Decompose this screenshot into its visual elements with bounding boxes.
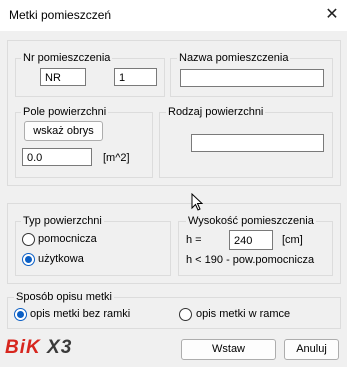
mouse-cursor-icon [191, 193, 203, 211]
cancel-button[interactable]: Anuluj [284, 339, 339, 360]
height-note: h < 190 - pow.pomocnicza [186, 254, 315, 266]
area-kind-label: Typ powierzchni [21, 215, 104, 227]
room-height-label: Wysokość pomieszczenia [186, 215, 316, 227]
no-frame-radio[interactable] [14, 308, 27, 321]
surface-type-input[interactable] [191, 134, 324, 152]
room-labels-dialog: Metki pomieszczeń ✕ Nr pomieszczenia NR … [0, 0, 347, 367]
window-title: Metki pomieszczeń [9, 8, 112, 22]
room-prefix-input[interactable]: NR [40, 68, 86, 86]
area-unit: [m^2] [103, 152, 130, 164]
usable-radio-label[interactable]: użytkowa [38, 253, 84, 265]
title-bar: Metki pomieszczeń ✕ [0, 0, 347, 31]
with-frame-radio[interactable] [179, 308, 192, 321]
indicate-outline-button[interactable]: wskaż obrys [24, 121, 103, 141]
height-input[interactable]: 240 [229, 230, 273, 250]
room-name-label: Nazwa pomieszczenia [177, 52, 291, 64]
auxiliary-radio-label[interactable]: pomocnicza [38, 233, 97, 245]
no-frame-radio-label[interactable]: opis metki bez ramki [30, 308, 130, 320]
area-kind-group [15, 221, 171, 276]
logo-x3-text: X3 [47, 337, 73, 358]
room-name-input[interactable] [180, 69, 324, 87]
with-frame-radio-label[interactable]: opis metki w ramce [196, 308, 290, 320]
label-style-label: Sposób opisu metki [14, 291, 114, 303]
auxiliary-radio[interactable] [22, 233, 35, 246]
room-number-label: Nr pomieszczenia [21, 52, 113, 64]
height-unit: [cm] [282, 234, 303, 246]
surface-type-label: Rodzaj powierzchni [166, 106, 266, 118]
insert-button[interactable]: Wstaw [181, 339, 276, 360]
room-number-input[interactable]: 1 [114, 68, 157, 86]
area-value-input[interactable]: 0.0 [22, 148, 92, 166]
usable-radio[interactable] [22, 253, 35, 266]
close-icon[interactable]: ✕ [322, 5, 342, 25]
area-label: Pole powierzchni [21, 106, 109, 118]
logo-bik-text: BiK [5, 337, 41, 358]
height-h-label: h = [186, 234, 202, 246]
bik-x3-logo: BiK X3 [5, 337, 72, 359]
